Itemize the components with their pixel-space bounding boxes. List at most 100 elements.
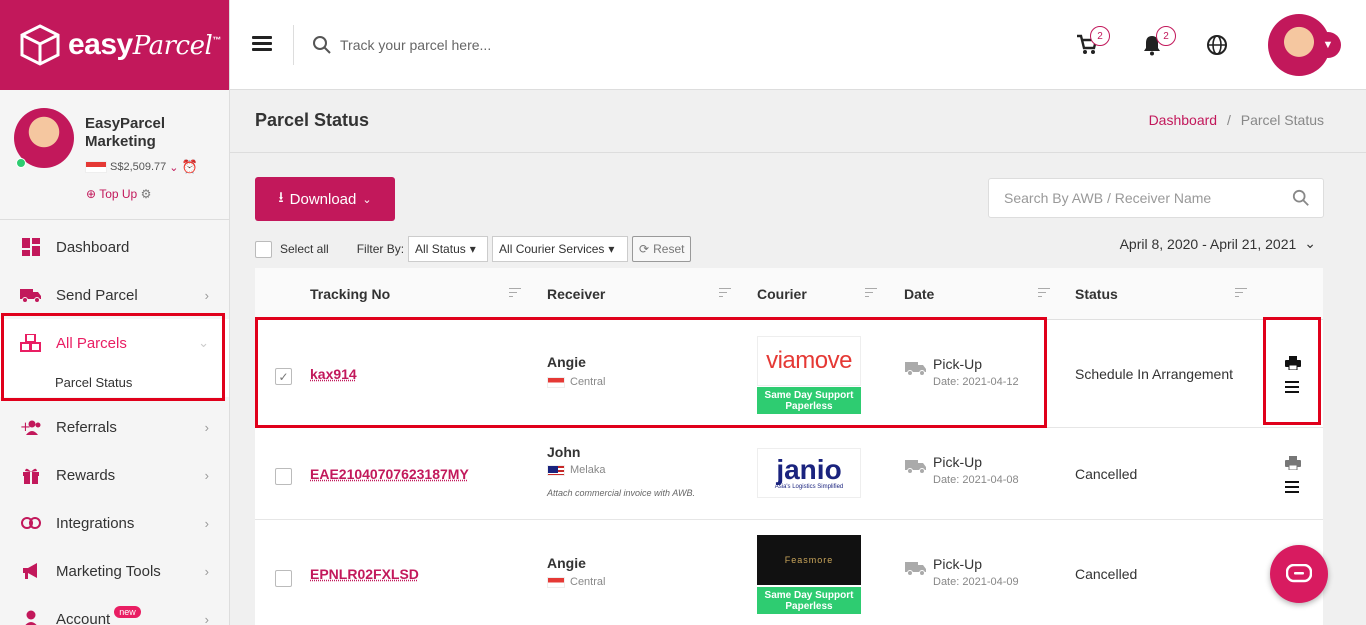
cart-count-badge: 2 (1090, 26, 1110, 46)
singapore-flag-icon (85, 161, 107, 173)
table-row[interactable]: EPNLR02FXLSD Angie Central Feasmore Same… (255, 520, 1323, 625)
chevron-right-icon: › (204, 515, 209, 531)
courier-filter-select[interactable]: All Courier Services ▾ (492, 236, 629, 262)
location-text: Melaka (570, 464, 606, 476)
location-text: Central (570, 576, 606, 588)
column-header-tracking[interactable]: Tracking No (310, 286, 390, 302)
sidebar-item-marketing-tools[interactable]: Marketing Tools › (0, 547, 229, 595)
courier-name: Feasmore (784, 555, 834, 565)
tracking-link[interactable]: kax914 (310, 366, 357, 382)
row-checkbox[interactable]: ✓ (275, 368, 292, 385)
search-icon (313, 36, 331, 54)
status-text: Cancelled (1075, 566, 1138, 582)
sidebar-item-account[interactable]: Account new › (0, 595, 229, 625)
track-parcel-input[interactable] (340, 30, 840, 60)
filter-by-label: Filter By: (356, 242, 405, 256)
date-cell: Pick-Up Date: 2021-04-12 (905, 356, 1019, 388)
chat-button[interactable] (1270, 545, 1328, 603)
logo[interactable]: easyParcel™ (0, 0, 229, 90)
receiver-location: Central (547, 576, 605, 588)
profile-name: EasyParcel Marketing (85, 115, 166, 150)
sidebar-item-referrals[interactable]: + Referrals › (0, 403, 229, 451)
caret-down-icon: ▾ (469, 242, 476, 256)
menu-icon[interactable] (1285, 381, 1299, 393)
breadcrumb-dashboard[interactable]: Dashboard (1149, 112, 1218, 128)
menu-icon[interactable] (252, 36, 272, 52)
refresh-icon: ⟳ (639, 242, 650, 256)
divider (230, 152, 1366, 153)
search-icon[interactable] (1292, 189, 1310, 207)
location-text: Central (570, 376, 606, 388)
online-status-dot (16, 158, 26, 168)
receiver-location: Central (547, 376, 605, 388)
awb-search-input[interactable] (988, 178, 1324, 218)
courier-logo-feasmore: Feasmore (757, 535, 861, 585)
print-icon[interactable] (1285, 356, 1301, 371)
print-icon[interactable] (1285, 456, 1301, 471)
pickup-date: Date: 2021-04-09 (933, 576, 1019, 588)
sidebar-item-rewards[interactable]: Rewards › (0, 451, 229, 499)
status-text: Cancelled (1075, 466, 1138, 482)
same-day-paperless-badge: Same Day Support Paperless (757, 587, 861, 614)
select-all-checkbox[interactable] (255, 240, 272, 258)
status-filter-select[interactable]: All Status ▾ (408, 236, 489, 262)
column-header-courier[interactable]: Courier (757, 286, 807, 302)
receiver-name: Angie (547, 555, 586, 571)
truck-icon (20, 285, 42, 305)
download-button[interactable]: ⭳ Download ⌄ (255, 177, 395, 221)
chevron-right-icon: › (204, 467, 209, 483)
receiver-name: Angie (547, 354, 586, 370)
pickup-type: Pick-Up (933, 556, 983, 572)
tracking-link[interactable]: EPNLR02FXLSD (310, 566, 419, 582)
sort-icon[interactable] (509, 288, 521, 300)
row-checkbox[interactable] (275, 570, 292, 587)
pickup-type: Pick-Up (933, 454, 983, 470)
top-up-link[interactable]: ⊕ Top Up ⚙ (86, 187, 151, 201)
sidebar-item-send-parcel[interactable]: Send Parcel › (0, 271, 229, 319)
courier-name: janio (776, 454, 842, 485)
main-content: Parcel Status Dashboard / Parcel Status … (230, 90, 1366, 625)
same-day-paperless-badge: Same Day Support Paperless (757, 387, 861, 414)
boxes-icon (20, 333, 42, 353)
logo-text: easyParcel™ (68, 28, 221, 61)
sidebar-item-dashboard[interactable]: Dashboard (0, 223, 229, 271)
courier-filter-value: All Courier Services (499, 242, 605, 256)
sidebar-item-integrations[interactable]: Integrations › (0, 499, 229, 547)
sort-icon[interactable] (719, 288, 731, 300)
column-header-receiver[interactable]: Receiver (547, 286, 605, 302)
sidebar-item-all-parcels[interactable]: All Parcels ⌄ (0, 319, 229, 367)
sidebar-item-label: All Parcels (56, 334, 127, 352)
chevron-down-icon: ⌄ (198, 335, 209, 350)
sort-icon[interactable] (865, 288, 877, 300)
receiver-note: Attach commercial invoice with AWB. (547, 488, 696, 498)
wallet-balance[interactable]: S$2,509.77 ⌄ ⏰ (85, 159, 198, 175)
malaysia-flag-icon (547, 464, 565, 476)
sort-icon[interactable] (1235, 288, 1247, 300)
column-header-status[interactable]: Status (1075, 286, 1118, 302)
chevron-down-icon: ⌄ (169, 161, 179, 174)
row-checkbox[interactable] (275, 468, 292, 485)
date-cell: Pick-Up Date: 2021-04-09 (905, 556, 1019, 588)
sidebar-subitem-parcel-status[interactable]: Parcel Status (0, 367, 229, 397)
sidebar-item-label: Marketing Tools (56, 562, 161, 580)
sort-icon[interactable] (1038, 288, 1050, 300)
chevron-right-icon: › (204, 611, 209, 625)
chevron-down-icon[interactable]: ▼ (1315, 32, 1341, 58)
column-header-date[interactable]: Date (904, 286, 934, 302)
notification-count-badge: 2 (1156, 26, 1176, 46)
sidebar-item-label: Rewards (56, 466, 116, 484)
sidebar-item-label: Account (56, 610, 111, 625)
table-row[interactable]: ✓ kax914 Angie Central viamove Same Day … (255, 320, 1323, 428)
add-users-icon: + (20, 417, 42, 437)
reset-button[interactable]: ⟳ Reset (632, 236, 692, 262)
notifications-button[interactable]: 2 (1142, 26, 1176, 61)
menu-icon[interactable] (1285, 481, 1299, 493)
truck-icon (905, 460, 926, 474)
cart-button[interactable]: 2 (1076, 26, 1110, 61)
new-badge: new (114, 606, 141, 618)
language-button[interactable] (1206, 34, 1228, 61)
table-row[interactable]: EAE21040707623187MY John Melaka Attach c… (255, 428, 1323, 520)
pickup-type: Pick-Up (933, 356, 983, 372)
tracking-link[interactable]: EAE21040707623187MY (310, 466, 469, 482)
date-range-picker[interactable]: April 8, 2020 - April 21, 2021 ⌄ (1120, 235, 1316, 252)
